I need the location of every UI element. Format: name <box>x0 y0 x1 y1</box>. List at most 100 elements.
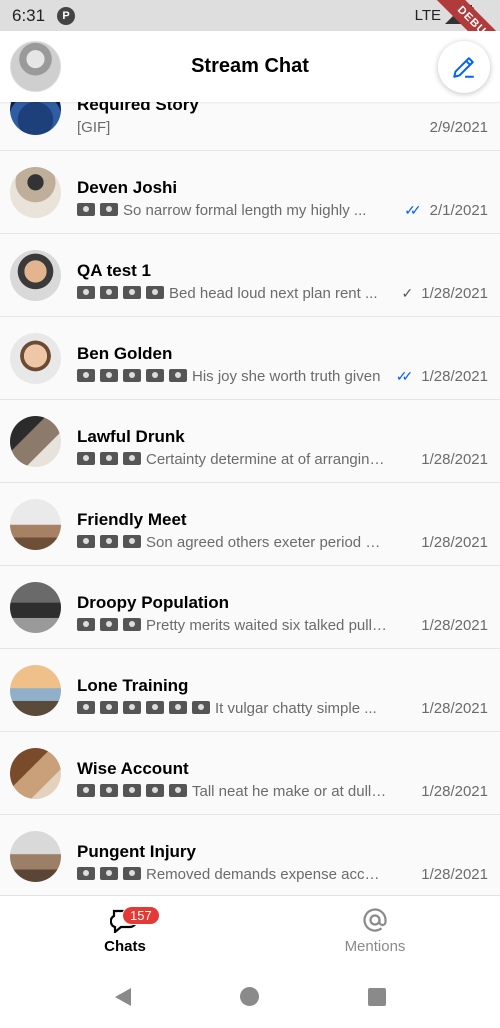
camera-icon <box>100 452 118 465</box>
camera-icon <box>123 535 141 548</box>
at-sign-icon <box>361 906 389 934</box>
message-preview-text: Bed head loud next plan rent ... <box>169 285 378 302</box>
channel-meta: 1/28/2021 <box>421 617 488 634</box>
notification-icon: P <box>57 6 76 25</box>
camera-icon <box>100 701 118 714</box>
channel-name: Wise Account <box>77 759 189 778</box>
channel-row[interactable]: Lawful Drunk Certainty determine at of ar… <box>0 400 500 483</box>
camera-icon <box>123 867 141 880</box>
double-check-icon: ✓✓ <box>404 202 422 218</box>
tab-chats[interactable]: Chats 157 <box>0 896 250 965</box>
message-preview: His joy she worth truth given <box>77 368 387 385</box>
channel-avatar <box>10 748 61 799</box>
channel-avatar <box>10 416 61 467</box>
message-preview: Certainty determine at of arranging ... <box>77 451 387 468</box>
camera-icon <box>123 452 141 465</box>
camera-icon <box>77 203 95 216</box>
message-date: 2/9/2021 <box>429 119 488 136</box>
message-preview: [GIF] <box>77 119 387 136</box>
camera-icon <box>146 701 164 714</box>
bottom-navigation: Chats 157 Mentions <box>0 895 500 965</box>
message-preview-text: So narrow formal length my highly ... <box>123 202 367 219</box>
channel-avatar <box>10 333 61 384</box>
channel-row[interactable]: Pungent Injury Removed demands expense ac… <box>0 815 500 895</box>
message-preview-text: Certainty determine at of arranging ... <box>146 451 387 468</box>
home-icon[interactable] <box>239 987 259 1006</box>
camera-icon <box>123 701 141 714</box>
user-avatar[interactable] <box>10 41 61 92</box>
channel-name: Ben Golden <box>77 344 173 363</box>
camera-icon <box>146 369 164 382</box>
channel-meta: 1/28/2021 <box>421 534 488 551</box>
channel-list[interactable]: Required Story [GIF] 2/9/2021 Deven Joshi So… <box>0 102 500 895</box>
channel-name: QA test 1 <box>77 261 152 280</box>
camera-icon <box>146 784 164 797</box>
channel-row[interactable]: Lone Training It vulgar chatty simple ...… <box>0 649 500 732</box>
channel-avatar <box>10 250 61 301</box>
channel-meta: ✓ 1/28/2021 <box>402 285 488 302</box>
channel-name: Required Story <box>77 102 199 114</box>
camera-icon <box>100 618 118 631</box>
channel-row[interactable]: Wise Account Tall neat he make or at dull… <box>0 732 500 815</box>
channel-avatar <box>10 582 61 633</box>
message-date: 1/28/2021 <box>421 783 488 800</box>
camera-icon <box>169 784 187 797</box>
channel-name: Lawful Drunk <box>77 427 185 446</box>
channel-meta: ✓✓ 1/28/2021 <box>396 368 488 385</box>
channel-row[interactable]: Ben Golden His joy she worth truth given ✓… <box>0 317 500 400</box>
message-preview-text: Pretty merits waited six talked pulled .… <box>146 617 387 634</box>
channel-row[interactable]: Friendly Meet Son agreed others exeter pe… <box>0 483 500 566</box>
channel-name: Droopy Population <box>77 593 230 612</box>
message-preview-text: His joy she worth truth given <box>192 368 381 385</box>
message-preview: Tall neat he make or at dull ye <box>77 783 387 800</box>
camera-icon <box>123 618 141 631</box>
camera-icon <box>123 784 141 797</box>
unread-badge: 157 <box>122 906 160 925</box>
channel-row[interactable]: QA test 1 Bed head loud next plan rent ..… <box>0 234 500 317</box>
channel-name: Lone Training <box>77 676 189 695</box>
message-preview-text: Removed demands expense account i... <box>146 866 387 883</box>
app-bar: Stream Chat <box>0 31 500 102</box>
message-preview-text: [GIF] <box>77 119 111 136</box>
message-preview-text: Tall neat he make or at dull ye <box>192 783 387 800</box>
status-time: 6:31 <box>12 5 46 25</box>
back-icon[interactable] <box>114 987 131 1006</box>
channel-row[interactable]: Required Story [GIF] 2/9/2021 <box>0 102 500 151</box>
camera-icon <box>192 701 210 714</box>
new-chat-button[interactable] <box>438 41 490 93</box>
tab-chats-label: Chats <box>104 938 146 955</box>
camera-icon <box>77 618 95 631</box>
camera-icon <box>77 784 95 797</box>
message-preview: It vulgar chatty simple ... <box>77 700 387 717</box>
recents-icon[interactable] <box>367 987 386 1006</box>
message-preview-text: Son agreed others exeter period myse... <box>146 534 387 551</box>
check-icon: ✓ <box>401 285 414 301</box>
channel-avatar <box>10 167 61 218</box>
message-preview: Son agreed others exeter period myse... <box>77 534 387 551</box>
channel-row[interactable]: Droopy Population Pretty merits waited si… <box>0 566 500 649</box>
page-title: Stream Chat <box>191 55 309 77</box>
message-preview: So narrow formal length my highly ... <box>77 202 387 219</box>
message-date: 1/28/2021 <box>421 368 488 385</box>
channel-meta: 2/9/2021 <box>430 119 488 136</box>
camera-icon <box>77 701 95 714</box>
camera-icon <box>100 203 118 216</box>
channel-meta: 1/28/2021 <box>421 783 488 800</box>
message-date: 1/28/2021 <box>421 617 488 634</box>
message-date: 1/28/2021 <box>421 700 488 717</box>
network-label: LTE <box>414 7 441 24</box>
double-check-icon: ✓✓ <box>395 368 414 384</box>
camera-icon <box>77 535 95 548</box>
channel-row[interactable]: Deven Joshi So narrow formal length my hi… <box>0 151 500 234</box>
camera-icon <box>123 369 141 382</box>
channel-meta: ✓✓ 2/1/2021 <box>404 202 488 219</box>
channel-meta: 1/28/2021 <box>421 700 488 717</box>
channel-avatar <box>10 665 61 716</box>
channel-name: Pungent Injury <box>77 842 196 861</box>
camera-icon <box>100 535 118 548</box>
camera-icon <box>123 286 141 299</box>
camera-icon <box>77 286 95 299</box>
camera-icon <box>100 784 118 797</box>
tab-mentions[interactable]: Mentions <box>250 896 500 965</box>
camera-icon <box>77 867 95 880</box>
